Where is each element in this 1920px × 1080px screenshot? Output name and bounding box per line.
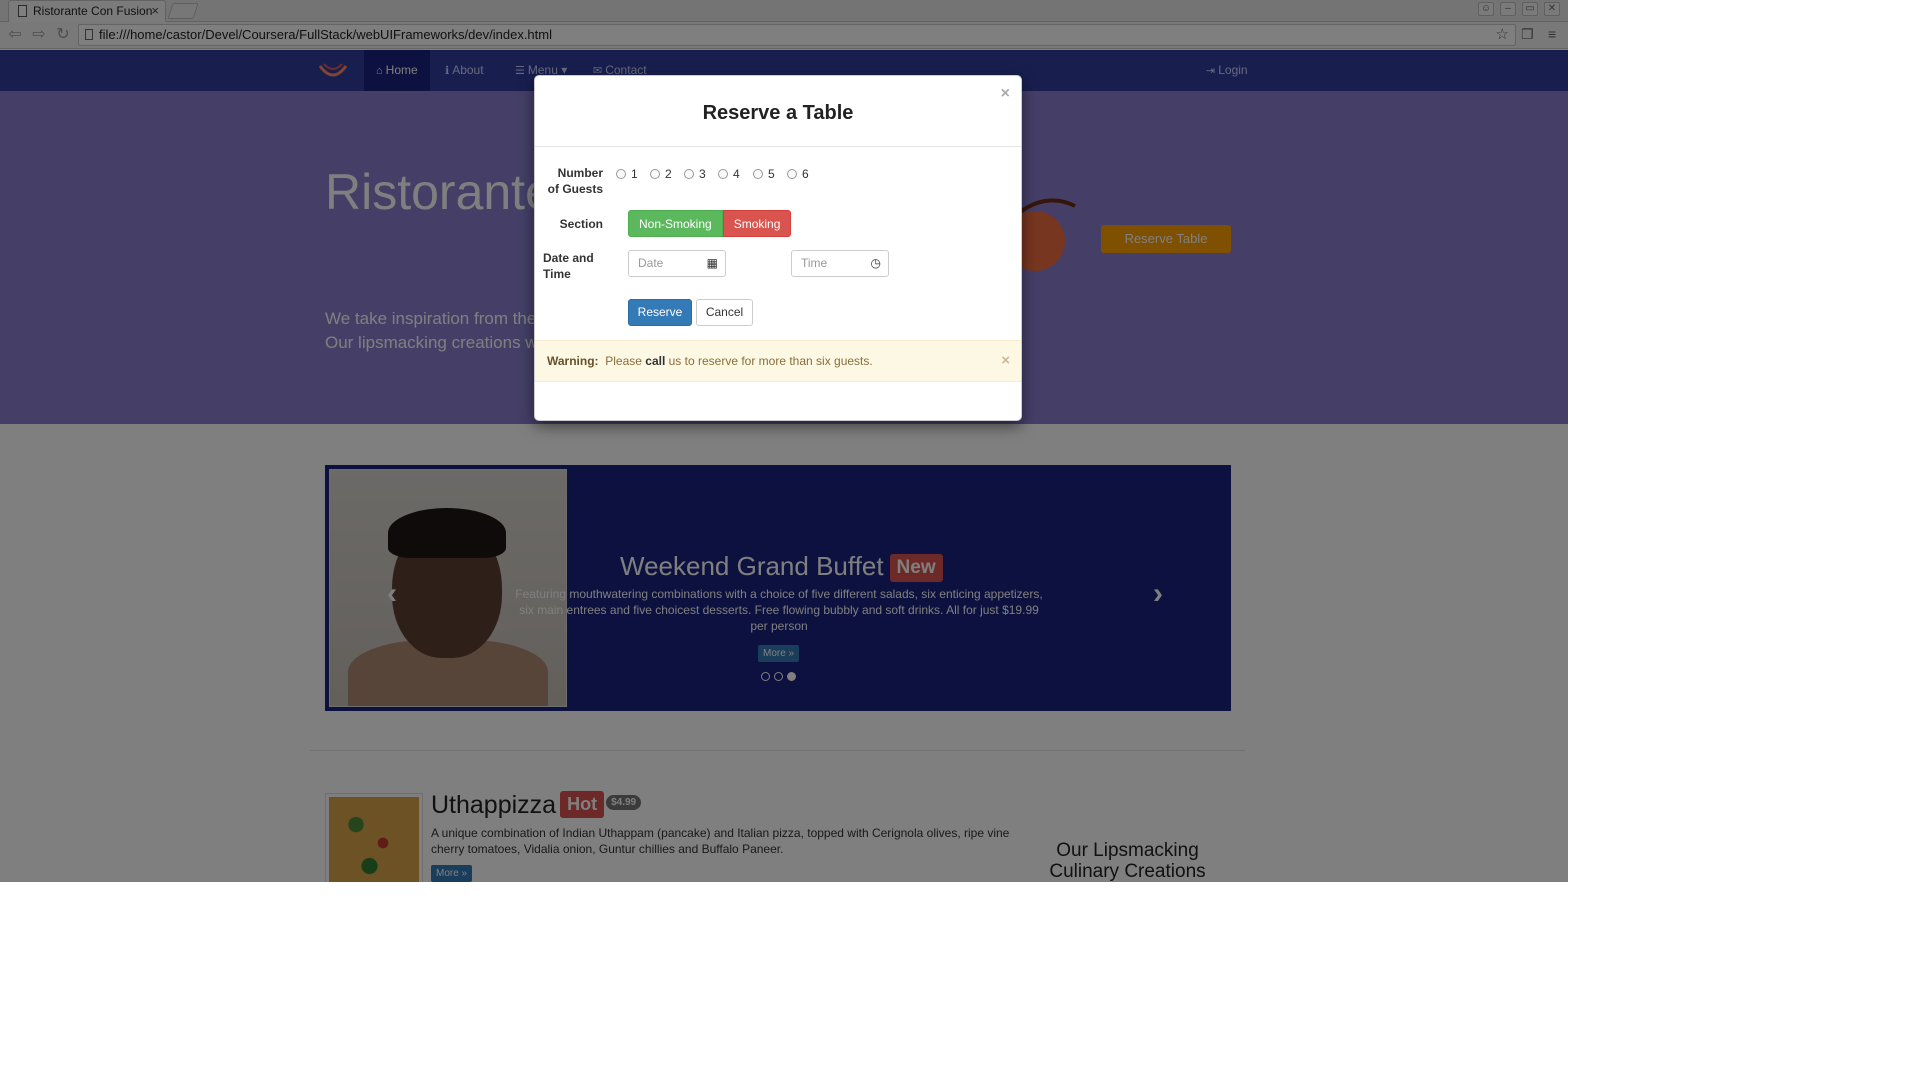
guest-option-4[interactable]: 4 <box>718 167 740 181</box>
cancel-button[interactable]: Cancel <box>696 299 753 326</box>
modal-header: Reserve a Table × <box>535 76 1021 147</box>
guest-option-6[interactable]: 6 <box>787 167 809 181</box>
section-label: Section <box>559 217 603 231</box>
modal-title: Reserve a Table <box>702 102 854 124</box>
guest-option-2[interactable]: 2 <box>650 167 672 181</box>
guest-option-5[interactable]: 5 <box>753 167 775 181</box>
calendar-icon[interactable]: ▦ <box>707 251 718 276</box>
clock-icon[interactable]: ◷ <box>871 251 881 276</box>
datetime-label: Date and Time <box>543 251 594 281</box>
modal-close-icon[interactable]: × <box>1001 85 1010 103</box>
radio-icon[interactable] <box>684 169 694 179</box>
reserve-button[interactable]: Reserve <box>628 299 692 326</box>
non-smoking-button[interactable]: Non-Smoking <box>628 210 723 237</box>
date-input[interactable]: Date ▦ <box>628 250 726 277</box>
reserve-modal: Reserve a Table × Number of Guests 1 2 3… <box>534 75 1022 421</box>
section-toggle: Non-Smoking Smoking <box>628 210 792 237</box>
radio-icon[interactable] <box>718 169 728 179</box>
radio-icon[interactable] <box>616 169 626 179</box>
radio-icon[interactable] <box>753 169 763 179</box>
radio-icon[interactable] <box>650 169 660 179</box>
time-input[interactable]: Time ◷ <box>791 250 889 277</box>
alert-close-icon[interactable]: × <box>1001 341 1010 381</box>
guest-option-3[interactable]: 3 <box>684 167 706 181</box>
warning-alert: Warning: Please call us to reserve for m… <box>535 340 1021 382</box>
guests-label: Number of Guests <box>547 166 603 196</box>
smoking-button[interactable]: Smoking <box>722 210 792 237</box>
alert-strong: Warning: <box>547 354 599 368</box>
radio-icon[interactable] <box>787 169 797 179</box>
guest-option-1[interactable]: 1 <box>616 167 638 181</box>
